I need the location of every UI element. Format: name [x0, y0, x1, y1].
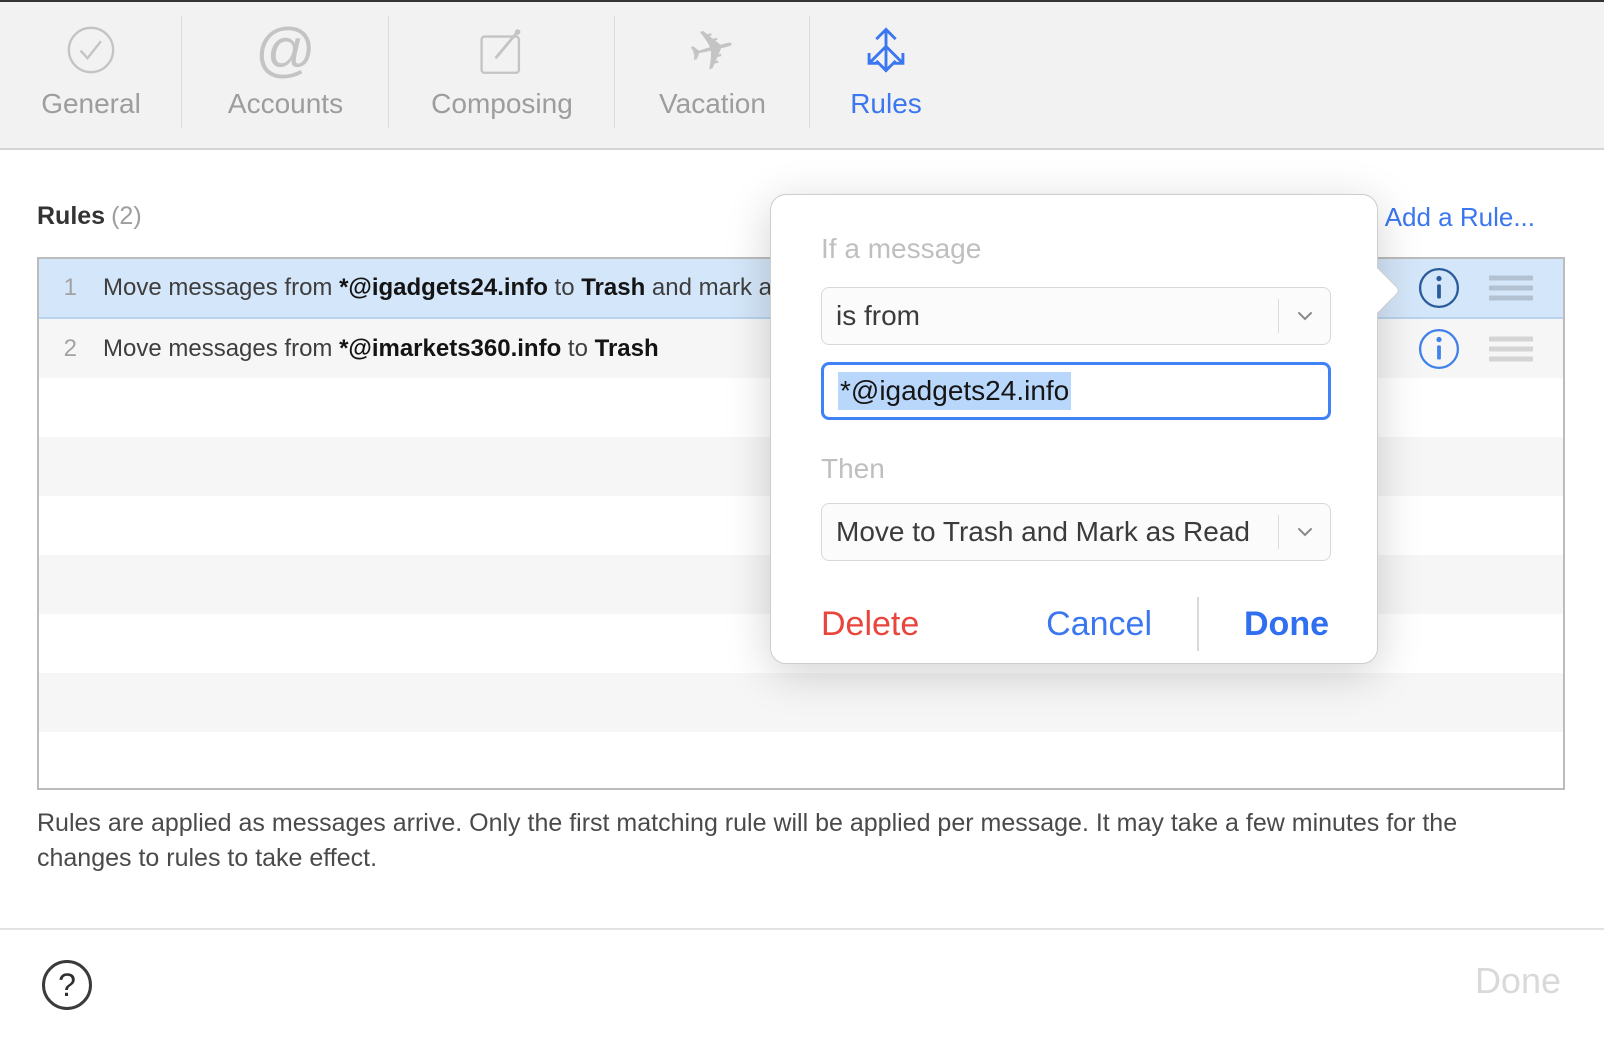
done-button-disabled[interactable]: Done	[1475, 960, 1561, 1002]
tab-accounts-label: Accounts	[228, 88, 343, 120]
empty-row	[39, 732, 1563, 790]
airplane-icon: ✈	[689, 18, 736, 82]
tab-vacation-label: Vacation	[659, 88, 766, 120]
rule-description: Move messages from *@igadgets24.info to …	[103, 274, 839, 302]
compose-pencil-icon	[474, 18, 530, 82]
rule-number: 2	[51, 335, 77, 363]
condition-select[interactable]: is from	[821, 287, 1331, 345]
delete-button[interactable]: Delete	[821, 605, 919, 644]
sender-pattern-input[interactable]: *@igadgets24.info	[821, 362, 1331, 420]
mail-preferences-window: General @ Accounts Composing ✈ Vacation	[0, 0, 1604, 1038]
cancel-button[interactable]: Cancel	[1046, 605, 1152, 644]
then-label: Then	[821, 453, 1329, 485]
tab-rules-label: Rules	[850, 88, 922, 120]
condition-value: is from	[822, 300, 1278, 332]
rules-footnote: Rules are applied as messages arrive. On…	[37, 806, 1565, 876]
drag-handle[interactable]	[1489, 331, 1533, 366]
rules-count: (2)	[111, 202, 142, 230]
button-divider	[1197, 597, 1199, 651]
add-rule-link[interactable]: Add a Rule...	[1385, 202, 1535, 233]
chevron-down-icon	[1278, 515, 1330, 549]
bottom-bar: ? Done	[0, 928, 1604, 1038]
tab-composing-label: Composing	[431, 88, 573, 120]
rule-info-button[interactable]	[1418, 267, 1460, 309]
at-sign-icon: @	[255, 18, 316, 82]
edit-rule-popover: If a message is from *@igadgets24.info T…	[770, 194, 1378, 664]
rules-arrows-icon	[857, 18, 915, 82]
rule-number: 1	[51, 274, 77, 302]
selected-input-text: *@igadgets24.info	[838, 372, 1071, 410]
tab-rules[interactable]: Rules	[810, 2, 962, 148]
page-title: Rules(2)	[37, 202, 142, 230]
chevron-down-icon	[1278, 299, 1330, 333]
tab-accounts[interactable]: @ Accounts	[182, 2, 389, 148]
tab-composing[interactable]: Composing	[389, 2, 615, 148]
checkmark-circle-icon	[63, 18, 119, 82]
action-select[interactable]: Move to Trash and Mark as Read	[821, 503, 1331, 561]
popover-done-button[interactable]: Done	[1244, 605, 1329, 644]
popover-buttons: Delete Cancel Done	[821, 597, 1329, 651]
tab-vacation[interactable]: ✈ Vacation	[615, 2, 810, 148]
tab-general[interactable]: General	[0, 2, 182, 148]
rule-info-button[interactable]	[1418, 328, 1460, 370]
if-message-label: If a message	[821, 233, 1329, 265]
drag-handle[interactable]	[1489, 271, 1533, 306]
help-button[interactable]: ?	[42, 960, 92, 1010]
info-icon	[1418, 328, 1460, 370]
rule-description: Move messages from *@imarkets360.info to…	[103, 335, 659, 363]
action-value: Move to Trash and Mark as Read	[822, 516, 1278, 548]
tab-general-label: General	[41, 88, 141, 120]
info-icon	[1418, 267, 1460, 309]
preferences-toolbar: General @ Accounts Composing ✈ Vacation	[0, 2, 1604, 150]
empty-row	[39, 673, 1563, 732]
